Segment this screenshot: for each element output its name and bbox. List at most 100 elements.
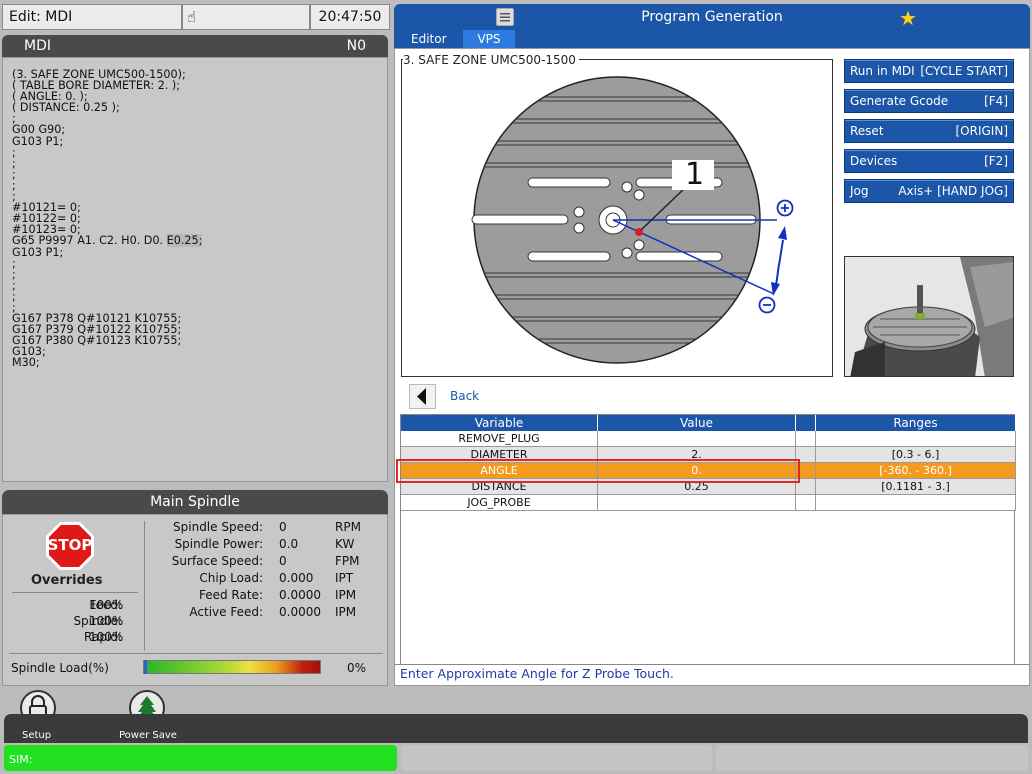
back-button[interactable] (409, 384, 436, 409)
override-value: 100% (89, 598, 124, 612)
table-cell: [0.3 - 6.] (816, 447, 1016, 463)
status-cell-3 (716, 745, 1028, 771)
table-row[interactable]: JOG_PROBE (401, 495, 1016, 511)
button-key: [F4] (984, 94, 1008, 108)
spindle-load-value: 0% (347, 661, 367, 675)
table-cell (816, 431, 1016, 447)
reset-button[interactable]: Reset [ORIGIN] (844, 119, 1014, 143)
program-content: 3. SAFE ZONE UMC500-1500 1 Run in MDI [C… (394, 48, 1030, 686)
row-divider (401, 510, 1016, 511)
run-in-mdi-button[interactable]: Run in MDI [CYCLE START] (844, 59, 1014, 83)
button-key: Axis+ [HAND JOG] (898, 184, 1008, 198)
table-cell (796, 431, 816, 447)
tab-editor[interactable]: Editor (411, 32, 447, 46)
devices-button[interactable]: Devices [F2] (844, 149, 1014, 173)
setup-label: Setup (22, 730, 52, 741)
rotary-table-diagram (471, 76, 794, 364)
mdi-line-number: N0 (346, 38, 366, 54)
hint-text: Enter Approximate Angle for Z Probe Touc… (400, 666, 674, 681)
tab-vps[interactable]: VPS (463, 30, 515, 48)
override-value: 100% (89, 630, 124, 644)
table-header-cell: Variable (401, 415, 598, 431)
button-key: [CYCLE START] (920, 64, 1008, 78)
spindle-load-label: Spindle Load(%) (11, 661, 109, 675)
status-cell-2 (401, 745, 712, 771)
edit-mode-text: Edit: MDI (9, 9, 73, 25)
spindle-stat-label: Surface Speed: (171, 554, 263, 568)
button-label: Reset (850, 124, 884, 138)
stop-icon: STOP (45, 521, 95, 571)
stop-text: STOP (47, 536, 93, 554)
spindle-stat-label: Feed Rate: (198, 588, 263, 602)
button-key: [F2] (984, 154, 1008, 168)
clock-text: 20:47:50 (318, 9, 382, 25)
mdi-header: MDI N0 (2, 35, 388, 57)
button-label: Devices (850, 154, 898, 168)
jog-button[interactable]: Jog Axis+ [HAND JOG] (844, 179, 1014, 203)
mdi-title: MDI (24, 38, 51, 54)
touch-status: ☝ (182, 4, 310, 30)
program-generation-header: Program Generation ★ (394, 4, 1030, 30)
table-cell: JOG_PROBE (401, 495, 598, 511)
generate-gcode-button[interactable]: Generate Gcode [F4] (844, 89, 1014, 113)
touch-hand-icon: ☝ (187, 8, 197, 26)
program-generation-title: Program Generation (641, 9, 783, 25)
sim-status: SIM: (4, 745, 397, 771)
spindle-stat-unit: IPM (335, 588, 357, 602)
overrides-divider (12, 592, 138, 593)
gcode-line: ; (12, 289, 16, 303)
spindle-stat-label: Chip Load: (199, 571, 263, 585)
program-tabs-bar: Editor VPS (394, 30, 1030, 48)
gcode-line: G103 P1; (12, 245, 64, 259)
sim-label: SIM: (9, 753, 33, 766)
gcode-listing[interactable]: (3. SAFE ZONE UMC500-1500);( TABLE BORE … (12, 69, 203, 370)
table-cell (816, 495, 1016, 511)
spindle-header: Main Spindle (2, 490, 388, 514)
override-value: 100% (89, 614, 124, 628)
table-header-cell (796, 415, 816, 431)
table-header: Variable Value Ranges (401, 415, 1016, 431)
gcode-line: ; (12, 167, 16, 181)
overrides-title: Overrides (31, 573, 103, 588)
button-label: Run in MDI (850, 64, 915, 78)
spindle-stat-unit: IPT (335, 571, 354, 585)
back-arrow-icon (417, 388, 426, 405)
clock: 20:47:50 (310, 4, 390, 30)
spindle-stat-value: 0.000 (279, 571, 314, 585)
load-divider (9, 653, 383, 654)
spindle-stat-value: 0 (279, 554, 287, 568)
spindle-stat-label: Active Feed: (189, 605, 263, 619)
favorite-star-icon[interactable]: ★ (899, 6, 917, 30)
spindle-stat-value: 0.0 (279, 537, 299, 551)
button-label: Jog (850, 184, 869, 198)
variable-table: Variable Value Ranges REMOVE_PLUG DIAMETER 2.… (400, 414, 1016, 670)
spindle-stat-value: 0 (279, 520, 287, 534)
selected-row-outline (396, 459, 800, 483)
machine-thumbnail (844, 256, 1014, 377)
mdi-editor[interactable]: (3. SAFE ZONE UMC500-1500);( TABLE BORE … (2, 57, 388, 482)
power-save-label: Power Save (119, 730, 177, 741)
gcode-line: G00 G90; (12, 123, 66, 137)
spindle-stat-value: 0.0000 (279, 605, 321, 619)
back-label[interactable]: Back (450, 389, 479, 403)
gcode-line: M30; (12, 356, 40, 370)
spindle-stat-unit: RPM (335, 520, 361, 534)
spindle-stat-unit: IPM (335, 605, 357, 619)
gcode-line: ; (12, 145, 16, 159)
gcode-line: ; (12, 278, 16, 292)
button-key: [ORIGIN] (955, 124, 1009, 138)
table-row[interactable]: REMOVE_PLUG (401, 431, 1016, 447)
gcode-cursor-highlight: E0.25; (166, 234, 203, 248)
table-cell (796, 495, 816, 511)
gcode-line: G103; (12, 345, 46, 359)
callout-label: 1 (685, 157, 705, 192)
spindle-stat-unit: FPM (335, 554, 360, 568)
table-cell: [-360. - 360.] (816, 463, 1016, 479)
spindle-stat-label: Spindle Power: (174, 537, 263, 551)
spindle-load-bar (143, 660, 321, 674)
spindle-load-fill (144, 660, 147, 674)
table-cell (598, 495, 796, 511)
spindle-stat-label: Spindle Speed: (173, 520, 263, 534)
gcode-line: ( DISTANCE: 0.25 ); (12, 101, 120, 115)
spindle-stat-unit: KW (335, 537, 355, 551)
